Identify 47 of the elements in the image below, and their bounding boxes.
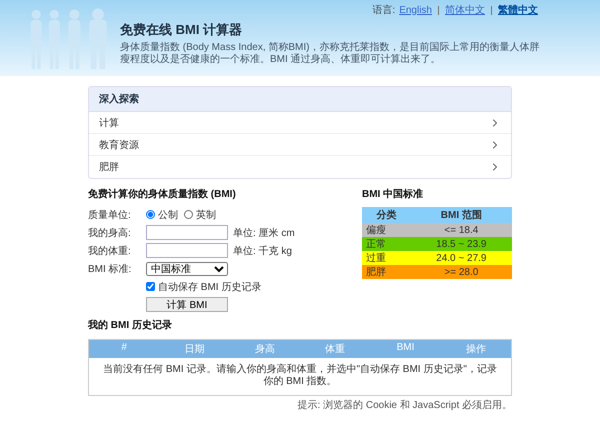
field-label: BMI 标准: [88,262,132,276]
empty-message: 当前没有任何 BMI 记录。请输入你的身高和体重，并选中"自动保存 BMI 历史记录"，记录你的 BMI 指数。 [102,362,498,389]
column-header: BMI [396,341,416,355]
table-cell: >= 28.0 [410,265,512,279]
table-cell: 肥胖 [362,265,411,279]
radio-label: 公制 [158,208,178,222]
standard-select[interactable]: 中国标准 [146,262,228,276]
field-label: 我的体重: [88,244,132,258]
table-cell: 偏瘦 [362,223,411,237]
column-header: 操作 [464,343,487,357]
column-header: 分类 [362,207,411,223]
input-field[interactable] [146,225,228,240]
unit-label: 单位: 厘米 cm [233,226,295,240]
explore-item[interactable]: 肥胖 [89,156,511,178]
footer-tip: 提示: 浏览器的 Cookie 和 JavaScript 必须启用。 [296,398,512,412]
unit-radio[interactable] [146,210,155,219]
calculate-button[interactable]: 计算 BMI [146,297,228,312]
input-field[interactable] [146,243,228,258]
explore-item[interactable]: 教育资源 [89,134,511,156]
unit-radio[interactable] [184,210,193,219]
field-label: 质量单位: [88,208,132,222]
table-title: BMI 中国标准 [362,188,424,201]
language-label: 语言: [372,4,396,17]
column-header: 身高 [254,342,276,357]
column-header: 日期 [183,342,206,357]
section-title: 免费计算你的身体质量指数 (BMI) [88,188,237,201]
table-cell: 18.5 ~ 23.9 [410,237,512,251]
card-title: 深入探索 [89,87,511,112]
language-link[interactable]: English [399,4,432,16]
table-cell: <= 18.4 [410,223,512,237]
page-title: 免费在线 BMI 计算器 [120,20,244,38]
column-header: BMI 范围 [410,207,512,223]
autosave-checkbox[interactable] [146,282,155,291]
language-link[interactable]: 繁體中文 [498,3,538,17]
page-description: 身体质量指数 (Body Mass Index, 简称BMI)，亦称克托莱指数，是目前国际上常用的衡量人体胖瘦程度以及是否健康的一个标准。BMI 通过身高、体重即可计算出来了。 [120,42,540,66]
checkbox-label: 自动保存 BMI 历史记录 [158,280,262,294]
column-header: 体重 [324,342,346,357]
field-label: 我的身高: [88,226,132,240]
explore-item[interactable]: 计算 [89,112,511,134]
language-link[interactable]: 简体中文 [445,3,485,17]
unit-label: 单位: 千克 kg [233,244,292,258]
section-title: 我的 BMI 历史记录 [88,318,173,332]
table-cell: 24.0 ~ 27.9 [410,251,512,265]
table-cell: 过重 [362,251,411,265]
table-cell: 正常 [362,237,411,251]
column-header: # [120,341,128,355]
radio-label: 英制 [196,208,216,222]
